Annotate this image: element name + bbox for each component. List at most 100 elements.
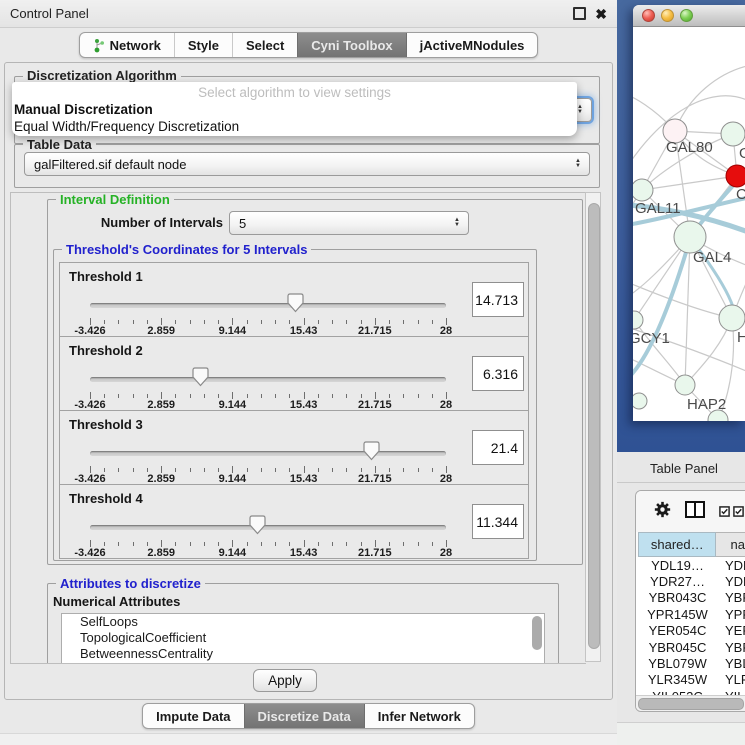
threshold-panels: Threshold 1-3.4262.8599.14415.4321.71528… (59, 263, 529, 559)
threshold-value-field[interactable]: 21.4 (472, 430, 524, 465)
algorithm-option-manual-discretization[interactable]: Manual Discretization (12, 101, 577, 118)
threshold-slider[interactable]: -3.4262.8599.14415.4321.71528 (88, 263, 448, 336)
tab-jactivemnodules[interactable]: jActiveMNodules (406, 33, 538, 57)
tick-mark (232, 318, 233, 325)
attribute-list-item[interactable]: TopologicalCoefficient (62, 630, 544, 646)
tick-mark (232, 392, 233, 399)
tick-mark (403, 320, 404, 324)
tick-mark (318, 320, 319, 324)
table-panel: Table Panel shared… name YDL19…YDL1YDR27… (617, 452, 745, 745)
tick-mark (361, 468, 362, 472)
numerical-attributes-list[interactable]: SelfLoopsTopologicalCoefficientBetweenne… (61, 613, 545, 664)
network-node-ga[interactable] (721, 122, 745, 146)
close-icon[interactable]: ✖ (595, 7, 607, 21)
threshold-value-field[interactable]: 14.713 (472, 282, 524, 317)
table-row[interactable]: YER054CYER0 (636, 623, 745, 639)
attribute-list-item[interactable]: BetweennessCentrality (62, 646, 544, 662)
table-row[interactable]: YBL079WYBL0 (636, 655, 745, 671)
slider-thumb[interactable] (249, 515, 266, 535)
tick-mark (218, 394, 219, 398)
attributes-list-scrollbar[interactable] (532, 616, 542, 650)
control-panel-titlebar: Control Panel ✖ (0, 0, 617, 28)
network-node-gcy1[interactable] (633, 311, 643, 329)
slider-track[interactable] (90, 525, 446, 530)
tick-label: 15.43 (290, 547, 318, 559)
network-node[interactable] (633, 393, 647, 409)
float-window-icon[interactable] (573, 7, 586, 20)
threshold-slider[interactable]: -3.4262.8599.14415.4321.71528 (88, 485, 448, 558)
slider-thumb[interactable] (287, 293, 304, 313)
threshold-value-field[interactable]: 11.344 (472, 504, 524, 539)
close-traffic-light-button[interactable] (642, 9, 655, 22)
tab-cyni-toolbox[interactable]: Cyni Toolbox (297, 33, 405, 57)
network-node-hap2[interactable] (675, 375, 695, 395)
network-node-h[interactable] (719, 305, 745, 331)
tick-mark (403, 468, 404, 472)
network-window-titlebar[interactable] (633, 5, 745, 27)
slider-track[interactable] (90, 451, 446, 456)
tick-mark (118, 394, 119, 398)
apply-button[interactable]: Apply (253, 669, 317, 692)
tab-infer-network[interactable]: Infer Network (364, 704, 474, 728)
tick-mark (247, 394, 248, 398)
thresholds-group-title: Threshold's Coordinates for 5 Intervals (62, 242, 311, 257)
tab-style[interactable]: Style (174, 33, 232, 57)
tick-mark (346, 468, 347, 472)
tick-mark (190, 394, 191, 398)
table-row[interactable]: YIL052CYIL0 (636, 688, 745, 695)
zoom-traffic-light-button[interactable] (680, 9, 693, 22)
column-header-name[interactable]: name (716, 532, 745, 557)
scrollbar-thumb[interactable] (638, 698, 744, 710)
tick-mark (161, 540, 162, 547)
gear-icon[interactable] (654, 501, 671, 523)
network-node-c[interactable] (726, 165, 745, 187)
number-of-intervals-combobox[interactable]: 5 ▲▼ (229, 211, 469, 235)
table-data-combobox[interactable]: galFiltered.sif default node ▲▼ (24, 152, 590, 176)
column-checkboxes-icon[interactable] (719, 506, 744, 517)
tick-label: 21.715 (358, 547, 392, 559)
split-view-icon[interactable] (685, 501, 705, 523)
slider-track[interactable] (90, 303, 446, 308)
tick-mark (147, 542, 148, 546)
table-row[interactable]: YPR145WYPR1 (636, 606, 745, 622)
slider-track[interactable] (90, 377, 446, 382)
tab-impute-data[interactable]: Impute Data (143, 704, 243, 728)
tick-mark (175, 394, 176, 398)
node-label: C (736, 186, 745, 203)
algorithm-option-equal-width-frequency-discretization[interactable]: Equal Width/Frequency Discretization (12, 118, 577, 135)
algorithm-placeholder-item[interactable]: Select algorithm to view settings (12, 84, 577, 101)
minimize-traffic-light-button[interactable] (661, 9, 674, 22)
divider (617, 482, 745, 483)
table-row[interactable]: YDL19…YDL1 (636, 557, 745, 573)
attribute-list-item[interactable]: SelfLoops (62, 614, 544, 630)
tab-network[interactable]: Network (80, 33, 174, 57)
threshold-value-field[interactable]: 6.316 (472, 356, 524, 391)
table-horizontal-scrollbar[interactable] (636, 695, 745, 711)
table-rows: YDL19…YDL1YDR27…YDR2YBR043CYBR0YPR145WYP… (636, 557, 745, 695)
network-canvas[interactable]: GAL80GACGAL11GAL4GCY1HHAP2 (633, 27, 745, 421)
scrollbar-thumb[interactable] (588, 203, 600, 649)
settings-vertical-scrollbar[interactable] (585, 192, 601, 662)
cell-name: YDR2 (719, 574, 745, 589)
table-row[interactable]: YBR043CYBR0 (636, 590, 745, 606)
network-node-gal11[interactable] (633, 179, 653, 201)
table-row[interactable]: YDR27…YDR2 (636, 573, 745, 589)
table-row[interactable]: YLR345WYLR3 (636, 672, 745, 688)
tick-mark (289, 542, 290, 546)
top-tab-bar: NetworkStyleSelectCyni ToolboxjActiveMNo… (0, 32, 617, 58)
tab-select[interactable]: Select (232, 33, 297, 57)
number-of-intervals-value: 5 (239, 216, 246, 231)
tick-mark (147, 468, 148, 472)
column-header-shared-name[interactable]: shared… (638, 532, 716, 557)
slider-thumb[interactable] (363, 441, 380, 461)
threshold-slider[interactable]: -3.4262.8599.14415.4321.71528 (88, 411, 448, 484)
tick-mark (133, 542, 134, 546)
attribute-table-container: shared… name YDL19…YDL1YDR27…YDR2YBR043C… (635, 490, 745, 712)
tick-mark (161, 466, 162, 473)
network-graph[interactable]: GAL80GACGAL11GAL4GCY1HHAP2 (633, 27, 745, 421)
slider-thumb[interactable] (192, 367, 209, 387)
tab-discretize-data[interactable]: Discretize Data (244, 704, 364, 728)
table-row[interactable]: YBR045CYBR0 (636, 639, 745, 655)
bottom-strip (0, 733, 617, 745)
threshold-slider[interactable]: -3.4262.8599.14415.4321.71528 (88, 337, 448, 410)
